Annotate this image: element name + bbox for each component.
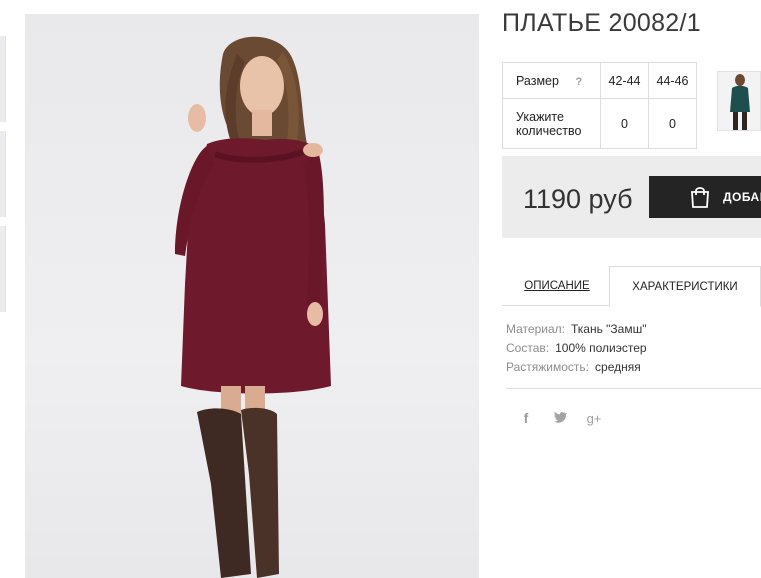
size-option-42-44[interactable]: 42-44 [600,62,649,99]
product-tabs: ОПИСАНИЕ ХАРАКТЕРИСТИКИ [502,266,761,307]
characteristic-value: 100% полиэстер [555,341,647,355]
thumbnail-1[interactable] [0,36,6,122]
size-option-44-46[interactable]: 44-46 [648,62,697,99]
twitter-icon[interactable] [552,410,568,426]
product-title: ПЛАТЬЕ 20082/1 [502,9,701,37]
characteristic-key: Материал: [506,322,565,336]
add-to-cart-label: ДОБАВ [723,190,761,204]
tab-characteristics[interactable]: ХАРАКТЕРИСТИКИ [609,266,761,307]
product-page: ПЛАТЬЕ 20082/1 Размер ? 42-44 44-46 Укаж… [0,0,761,578]
thumbnail-3[interactable] [0,226,6,312]
facebook-icon[interactable]: f [518,410,534,426]
product-main-image[interactable] [25,14,479,578]
color-variant-thumbnail[interactable] [717,71,761,131]
product-price: 1190 руб [523,184,633,214]
characteristic-value: средняя [595,360,641,374]
quantity-label: Укажите количество [502,98,601,149]
size-table: Размер ? 42-44 44-46 Укажите количество … [502,62,697,149]
tab-description[interactable]: ОПИСАНИЕ [505,266,609,306]
question-icon[interactable]: ? [575,76,582,88]
google-plus-icon[interactable]: g+ [586,411,602,426]
model-photo [175,36,331,578]
characteristic-value: Ткань "Замш" [570,322,647,336]
price-box: 1190 руб ДОБАВ [502,156,761,238]
characteristics-list: Материал: Ткань "Замш" Состав: 100% полиэс… [506,320,647,377]
size-label-cell: Размер ? [502,62,601,99]
thumbnail-2[interactable] [0,131,6,217]
bag-icon [691,187,709,208]
size-label: Размер [516,73,559,88]
characteristic-row: Материал: Ткань "Замш" [506,320,647,339]
characteristic-row: Состав: 100% полиэстер [506,339,647,358]
variant-photo [730,74,750,130]
characteristic-key: Растяжимость: [506,360,590,374]
thumbnail-strip [0,0,8,578]
add-to-cart-button[interactable]: ДОБАВ [649,176,761,218]
divider [506,388,761,389]
characteristic-key: Состав: [506,341,550,355]
quantity-input-42-44[interactable]: 0 [600,98,649,149]
social-share: f g+ [518,410,602,426]
quantity-input-44-46[interactable]: 0 [648,98,697,149]
characteristic-row: Растяжимость: средняя [506,358,647,377]
